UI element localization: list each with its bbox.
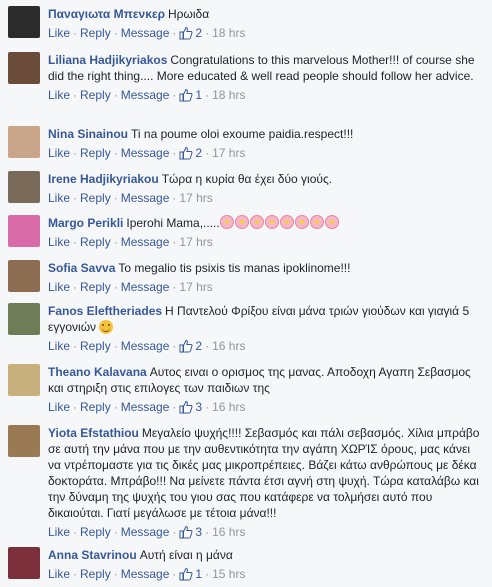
comment-actions: Like · Reply · Message · 17 hrs: [48, 191, 213, 205]
timestamp[interactable]: 18 hrs: [212, 88, 245, 102]
avatar[interactable]: [8, 547, 40, 579]
message-link[interactable]: Message: [121, 280, 170, 294]
timestamp[interactable]: 16 hrs: [212, 525, 245, 539]
cherry-blossom-icon: [264, 215, 279, 229]
comment-author[interactable]: Yiota Efstathiou: [48, 426, 139, 440]
reply-link[interactable]: Reply: [80, 339, 111, 353]
timestamp[interactable]: 15 hrs: [212, 567, 245, 581]
avatar[interactable]: [8, 171, 40, 203]
comment-text: Ti na poume oloi exoume paidia.respect!!…: [131, 127, 354, 141]
comment-text: Ηρωιδα: [168, 7, 210, 21]
avatar[interactable]: [8, 215, 40, 247]
cherry-blossom-icon: [219, 215, 234, 229]
comment-text: Αυτή είναι η μάνα: [139, 548, 233, 562]
timestamp[interactable]: 17 hrs: [179, 191, 212, 205]
comment-author[interactable]: Παναγιωτα Μπενκερ: [48, 7, 165, 21]
comment-text: Iperohi Mama,.....: [126, 216, 220, 230]
like-link[interactable]: Like: [48, 280, 70, 294]
comment-actions: Like · Reply · Message · 1 · 15 hrs: [48, 566, 484, 585]
avatar[interactable]: [8, 6, 40, 38]
comment-author[interactable]: Fanos Eleftheriades: [48, 304, 162, 318]
comment-thread: Παναγιωτα Μπενκερ Ηρωιδα Like · Reply · Messa…: [0, 0, 492, 587]
flower-emoji-row: [219, 215, 340, 230]
avatar[interactable]: [8, 303, 40, 335]
message-link[interactable]: Message: [121, 26, 170, 40]
cherry-blossom-icon: [294, 215, 309, 229]
reply-link[interactable]: Reply: [80, 235, 111, 249]
comment-author[interactable]: Liliana Hadjikyriakos: [48, 53, 167, 67]
timestamp[interactable]: 18 hrs: [212, 26, 245, 40]
avatar[interactable]: [8, 364, 40, 396]
cherry-blossom-icon: [309, 215, 324, 229]
avatar[interactable]: [8, 52, 40, 84]
comment-author[interactable]: Irene Hadjikyriakou: [48, 172, 159, 186]
comment-author[interactable]: Anna Stavrinou: [48, 548, 137, 562]
timestamp[interactable]: 16 hrs: [212, 400, 245, 414]
like-link[interactable]: Like: [48, 400, 70, 414]
comment-actions: Like · Reply · Message · 2 · 17 hrs: [48, 145, 484, 164]
comment-author[interactable]: Sofia Savva: [48, 261, 115, 275]
message-link[interactable]: Message: [121, 339, 170, 353]
reply-link[interactable]: Reply: [80, 567, 111, 581]
smile-emoji-icon: [99, 320, 114, 334]
thumbs-up-icon[interactable]: [179, 88, 193, 106]
comment-actions: Like · Reply · Message · 2 · 16 hrs: [48, 338, 484, 357]
thumbs-up-icon[interactable]: [179, 146, 193, 164]
comment-author[interactable]: Theano Kalavana: [48, 365, 147, 379]
comment-text: Τώρα η κυρία θα έχει δύο γιούς.: [161, 172, 333, 186]
comment-text: To megalio tis psixis tis manas ipoklino…: [118, 261, 351, 275]
reply-link[interactable]: Reply: [80, 88, 111, 102]
like-link[interactable]: Like: [48, 235, 70, 249]
comment-actions: Like · Reply · Message · 17 hrs: [48, 280, 213, 294]
comment-text: Μεγαλείο ψυχής!!!! Σεβασμός και πάλι σεβ…: [48, 426, 480, 520]
cherry-blossom-icon: [234, 215, 249, 229]
cherry-blossom-icon: [249, 215, 264, 229]
timestamp[interactable]: 17 hrs: [179, 235, 212, 249]
reply-link[interactable]: Reply: [80, 26, 111, 40]
timestamp[interactable]: 17 hrs: [179, 280, 212, 294]
thumbs-up-icon[interactable]: [179, 525, 193, 543]
thumbs-up-icon[interactable]: [179, 567, 193, 585]
timestamp[interactable]: 17 hrs: [212, 146, 245, 160]
thumbs-up-icon[interactable]: [179, 400, 193, 418]
comment-author[interactable]: Nina Sinainou: [48, 127, 128, 141]
like-link[interactable]: Like: [48, 88, 70, 102]
message-link[interactable]: Message: [121, 400, 170, 414]
comment-actions: Like · Reply · Message · 3 · 16 hrs: [48, 524, 484, 543]
comment-actions: Like · Reply · Message · 1 · 18 hrs: [48, 87, 484, 106]
thumbs-up-icon[interactable]: [179, 26, 193, 44]
thumbs-up-icon[interactable]: [179, 339, 193, 357]
avatar[interactable]: [8, 260, 40, 292]
cherry-blossom-icon: [279, 215, 294, 229]
message-link[interactable]: Message: [121, 88, 170, 102]
like-link[interactable]: Like: [48, 525, 70, 539]
reply-link[interactable]: Reply: [80, 400, 111, 414]
message-link[interactable]: Message: [121, 191, 170, 205]
comment-actions: Like · Reply · Message · 17 hrs: [48, 235, 213, 249]
message-link[interactable]: Message: [121, 146, 170, 160]
message-link[interactable]: Message: [121, 567, 170, 581]
like-link[interactable]: Like: [48, 567, 70, 581]
like-link[interactable]: Like: [48, 146, 70, 160]
like-link[interactable]: Like: [48, 26, 70, 40]
like-link[interactable]: Like: [48, 339, 70, 353]
message-link[interactable]: Message: [121, 235, 170, 249]
avatar[interactable]: [8, 126, 40, 158]
reply-link[interactable]: Reply: [80, 280, 111, 294]
comment-actions: Like · Reply · Message · 3 · 16 hrs: [48, 399, 484, 418]
comment-actions: Like · Reply · Message · 2 · 18 hrs: [48, 25, 484, 44]
message-link[interactable]: Message: [121, 525, 170, 539]
avatar[interactable]: [8, 425, 40, 457]
cherry-blossom-icon: [324, 215, 339, 229]
reply-link[interactable]: Reply: [80, 525, 111, 539]
timestamp[interactable]: 16 hrs: [212, 339, 245, 353]
comment-author[interactable]: Margo Perikli: [48, 216, 123, 230]
reply-link[interactable]: Reply: [80, 191, 111, 205]
reply-link[interactable]: Reply: [80, 146, 111, 160]
like-link[interactable]: Like: [48, 191, 70, 205]
